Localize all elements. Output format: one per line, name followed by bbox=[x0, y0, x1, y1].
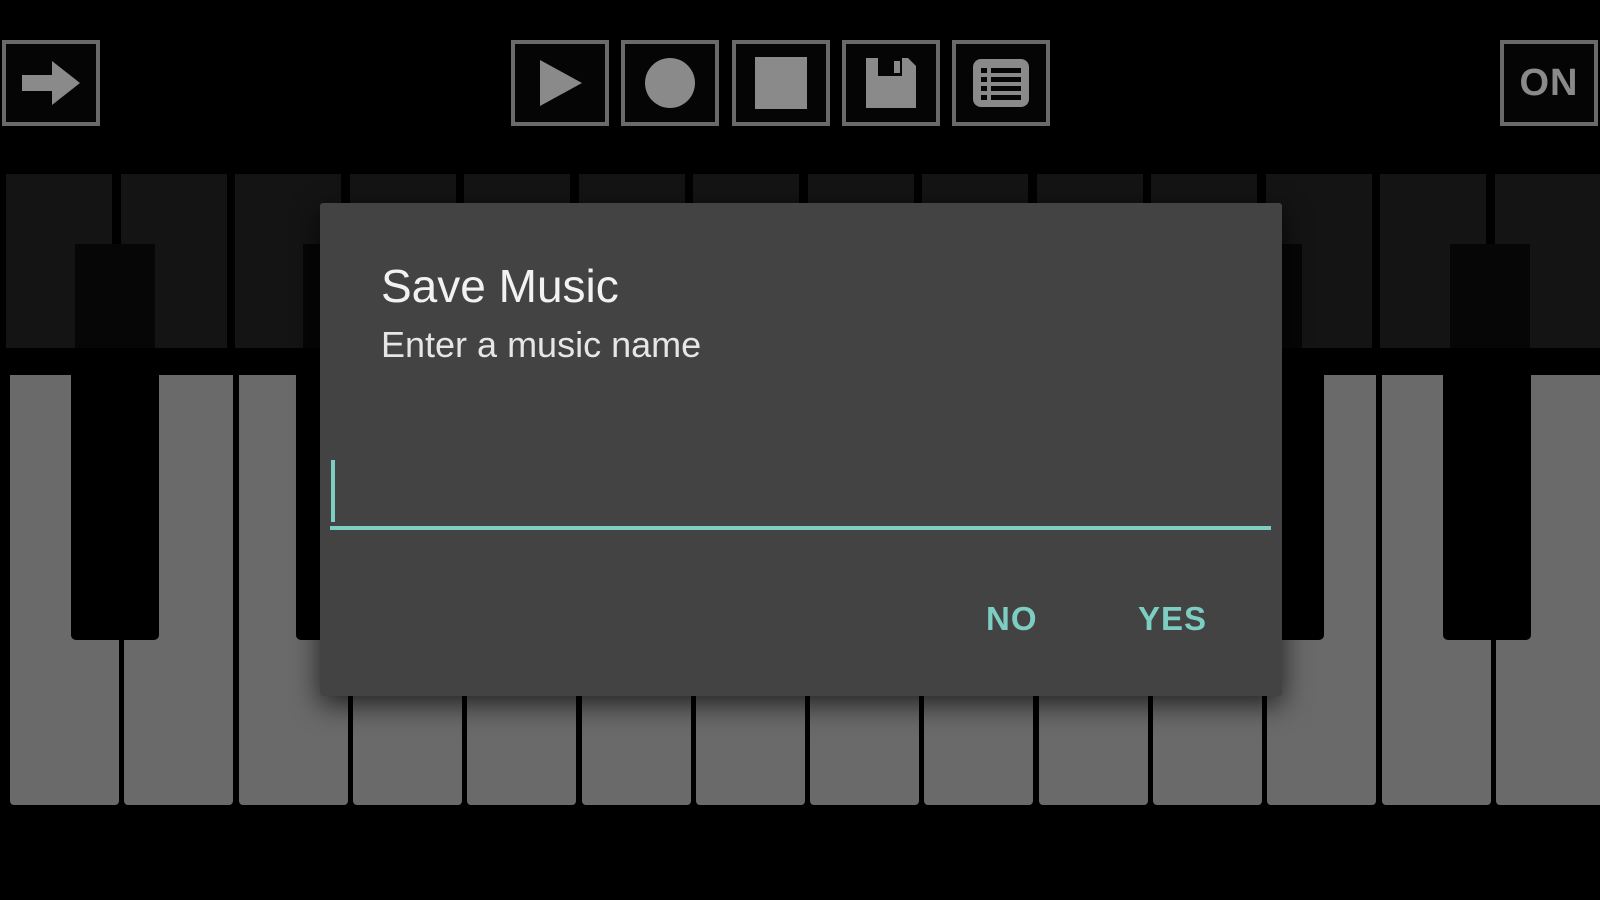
dialog-title: Save Music bbox=[381, 260, 619, 312]
save-music-dialog: Save Music Enter a music name NO YES bbox=[320, 203, 1282, 696]
no-button[interactable]: NO bbox=[974, 591, 1050, 647]
piano-app: ON Save Music Enter a music name NO YES bbox=[0, 0, 1600, 900]
yes-button[interactable]: YES bbox=[1126, 591, 1219, 647]
text-caret bbox=[331, 460, 335, 522]
music-name-input[interactable] bbox=[330, 458, 1271, 530]
dialog-message: Enter a music name bbox=[381, 324, 702, 365]
